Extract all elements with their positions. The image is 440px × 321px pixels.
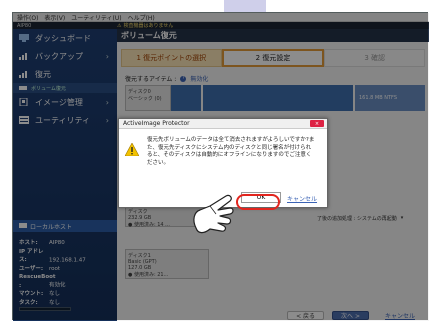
ok-highlight-ring xyxy=(236,194,280,210)
close-icon[interactable]: × xyxy=(310,120,324,127)
warning-icon xyxy=(125,143,139,156)
dialog-body: 復元先ボリュームのデータは全て消去されますがよろしいですか?また、復元先ディスク… xyxy=(125,137,315,167)
dialog-cancel-link[interactable]: キャンセル xyxy=(287,194,317,203)
dialog-message: 復元先ボリュームのデータは全て消去されますがよろしいですか?また、復元先ディスク… xyxy=(147,137,315,166)
pointing-hand-icon xyxy=(193,194,234,234)
dialog-title: ActiveImage Protector × xyxy=(119,119,327,129)
dialog-title-text: ActiveImage Protector xyxy=(123,120,190,127)
